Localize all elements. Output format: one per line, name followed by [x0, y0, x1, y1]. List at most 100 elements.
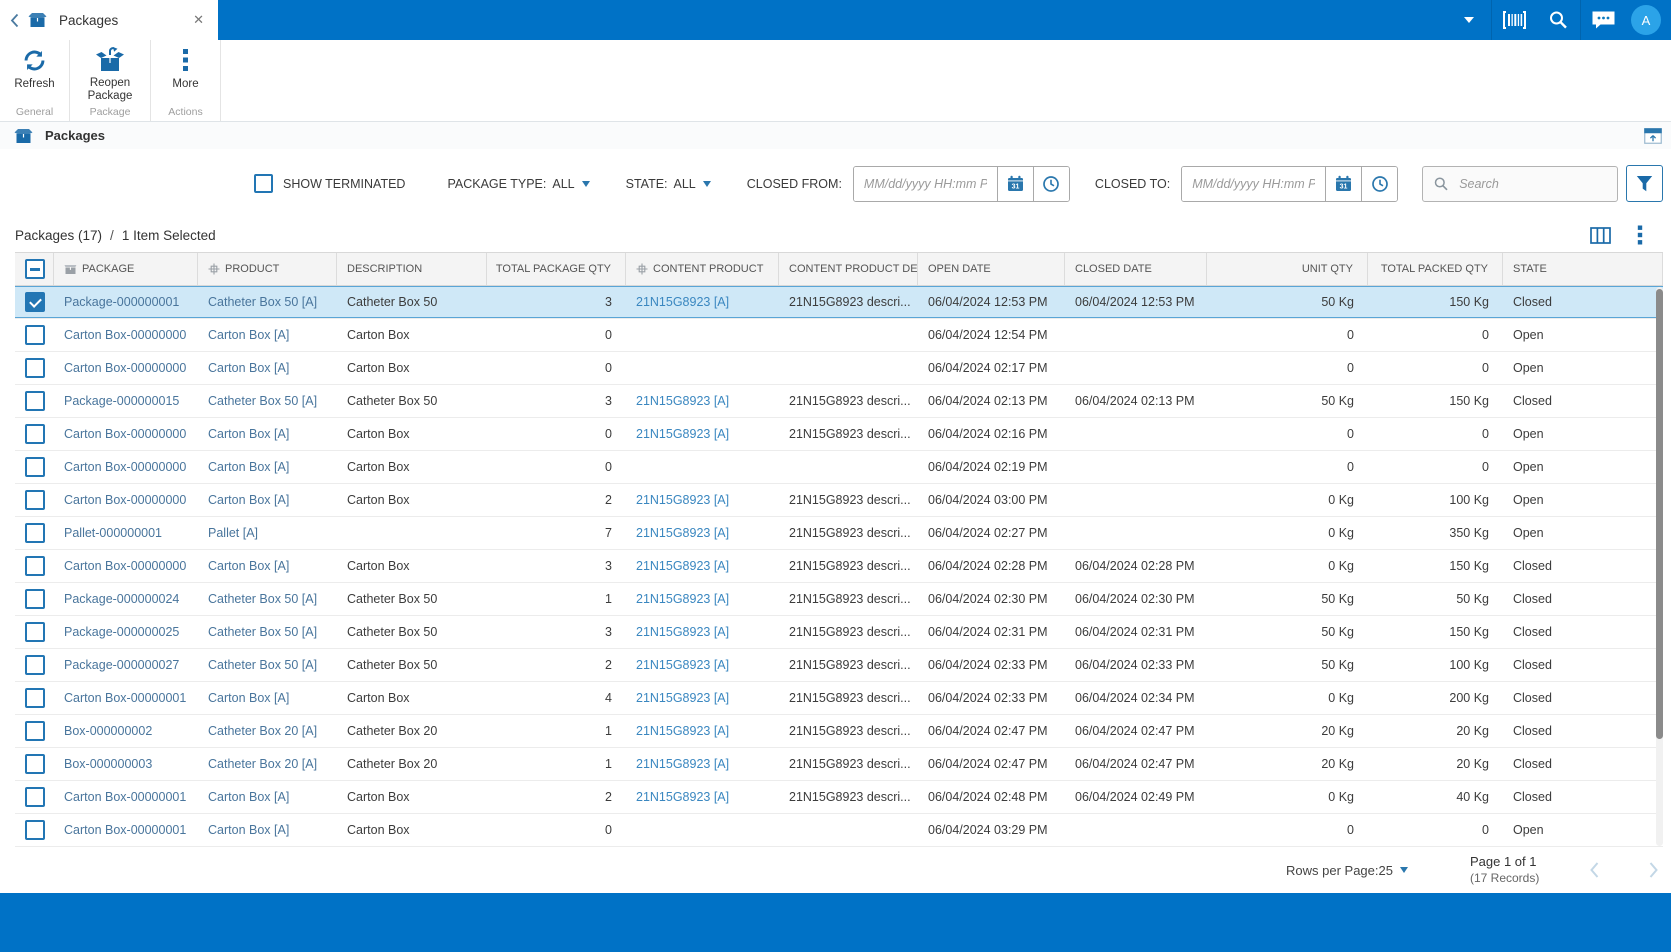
content_product-link[interactable]: 21N15G8923 [A]: [636, 625, 729, 639]
row-checkbox[interactable]: [25, 622, 45, 642]
reopen-package-button[interactable]: Reopen Package: [78, 47, 142, 103]
content_product-link[interactable]: 21N15G8923 [A]: [636, 790, 729, 804]
table-row[interactable]: Carton Box-00000000 Carton Box [A] Carton …: [15, 484, 1663, 517]
rows-per-page-dropdown[interactable]: Rows per Page: 25: [1286, 863, 1408, 878]
product-link[interactable]: Pallet [A]: [208, 526, 258, 540]
next-page-button[interactable]: [1646, 859, 1661, 881]
column-header-description[interactable]: DESCRIPTION: [337, 253, 487, 285]
product-link[interactable]: Catheter Box 50 [A]: [208, 394, 317, 408]
table-row[interactable]: Package-000000015 Catheter Box 50 [A] Cath…: [15, 385, 1663, 418]
closed-from-calendar-button[interactable]: 31: [996, 166, 1033, 201]
column-header-unit_qty[interactable]: UNIT QTY: [1207, 253, 1368, 285]
package-link[interactable]: Carton Box-00000000: [64, 460, 186, 474]
package-link[interactable]: Carton Box-00000001: [64, 823, 186, 837]
top-dropdown-button[interactable]: [1447, 0, 1491, 40]
row-checkbox[interactable]: [25, 391, 45, 411]
product-link[interactable]: Catheter Box 50 [A]: [208, 295, 317, 309]
table-row[interactable]: Carton Box-00000000 Carton Box [A] Carton …: [15, 550, 1663, 583]
close-icon[interactable]: ✕: [189, 10, 208, 30]
column-header-total_packed_qty[interactable]: TOTAL PACKED QTY: [1368, 253, 1503, 285]
product-link[interactable]: Carton Box [A]: [208, 493, 289, 507]
package-link[interactable]: Package-000000015: [64, 394, 179, 408]
package-link[interactable]: Carton Box-00000000: [64, 559, 186, 573]
content_product-link[interactable]: 21N15G8923 [A]: [636, 658, 729, 672]
table-row[interactable]: Package-000000027 Catheter Box 50 [A] Cath…: [15, 649, 1663, 682]
vertical-scrollbar[interactable]: [1656, 287, 1663, 846]
row-checkbox[interactable]: [25, 457, 45, 477]
closed-from-time-button[interactable]: [1032, 166, 1069, 201]
package-link[interactable]: Carton Box-00000001: [64, 790, 186, 804]
column-header-content_product_desc[interactable]: CONTENT PRODUCT DE...: [779, 253, 918, 285]
global-search-button[interactable]: [1536, 0, 1580, 40]
more-button[interactable]: More: [172, 47, 199, 91]
package-link[interactable]: Carton Box-00000000: [64, 361, 186, 375]
package-link[interactable]: Pallet-000000001: [64, 526, 162, 540]
row-checkbox[interactable]: [25, 721, 45, 741]
product-link[interactable]: Carton Box [A]: [208, 427, 289, 441]
account-avatar[interactable]: A: [1631, 5, 1661, 35]
table-row[interactable]: Carton Box-00000000 Carton Box [A] Carton …: [15, 352, 1663, 385]
package-link[interactable]: Box-000000003: [64, 757, 152, 771]
table-row[interactable]: Carton Box-00000000 Carton Box [A] Carton …: [15, 418, 1663, 451]
column-header-state[interactable]: STATE: [1503, 253, 1663, 285]
search-input[interactable]: [1457, 175, 1598, 192]
product-link[interactable]: Carton Box [A]: [208, 790, 289, 804]
grid-menu-button[interactable]: [1637, 225, 1643, 245]
row-checkbox[interactable]: [25, 424, 45, 444]
content_product-link[interactable]: 21N15G8923 [A]: [636, 724, 729, 738]
previous-page-button[interactable]: [1587, 859, 1602, 881]
package-link[interactable]: Carton Box-00000000: [64, 427, 186, 441]
product-link[interactable]: Carton Box [A]: [208, 691, 289, 705]
product-link[interactable]: Carton Box [A]: [208, 823, 289, 837]
expand-view-button[interactable]: [1644, 127, 1662, 144]
table-row[interactable]: Carton Box-00000000 Carton Box [A] Carton …: [15, 319, 1663, 352]
show-terminated-checkbox[interactable]: [254, 174, 273, 193]
table-row[interactable]: Carton Box-00000001 Carton Box [A] Carton …: [15, 814, 1663, 847]
product-link[interactable]: Carton Box [A]: [208, 460, 289, 474]
package-link[interactable]: Package-000000024: [64, 592, 179, 606]
row-checkbox[interactable]: [25, 325, 45, 345]
package-link[interactable]: Carton Box-00000000: [64, 493, 186, 507]
row-checkbox[interactable]: [25, 655, 45, 675]
table-row[interactable]: Carton Box-00000001 Carton Box [A] Carton …: [15, 781, 1663, 814]
package-link[interactable]: Box-000000002: [64, 724, 152, 738]
messages-button[interactable]: [1581, 0, 1625, 40]
product-link[interactable]: Carton Box [A]: [208, 361, 289, 375]
package-type-dropdown[interactable]: PACKAGE TYPE: ALL: [447, 177, 590, 191]
package-link[interactable]: Package-000000025: [64, 625, 179, 639]
closed-to-time-button[interactable]: [1361, 166, 1398, 201]
table-row[interactable]: Package-000000025 Catheter Box 50 [A] Cath…: [15, 616, 1663, 649]
column-chooser-button[interactable]: [1590, 226, 1611, 244]
product-link[interactable]: Catheter Box 20 [A]: [208, 757, 317, 771]
product-link[interactable]: Catheter Box 50 [A]: [208, 592, 317, 606]
content_product-link[interactable]: 21N15G8923 [A]: [636, 526, 729, 540]
content_product-link[interactable]: 21N15G8923 [A]: [636, 592, 729, 606]
product-link[interactable]: Carton Box [A]: [208, 328, 289, 342]
content_product-link[interactable]: 21N15G8923 [A]: [636, 757, 729, 771]
row-checkbox[interactable]: [25, 556, 45, 576]
product-link[interactable]: Carton Box [A]: [208, 559, 289, 573]
table-row[interactable]: Package-000000024 Catheter Box 50 [A] Cath…: [15, 583, 1663, 616]
closed-to-calendar-button[interactable]: 31: [1325, 166, 1362, 201]
closed-to-input[interactable]: [1182, 166, 1326, 201]
product-link[interactable]: Catheter Box 50 [A]: [208, 625, 317, 639]
content_product-link[interactable]: 21N15G8923 [A]: [636, 427, 729, 441]
refresh-button[interactable]: Refresh: [14, 47, 55, 91]
column-header-content_product[interactable]: CONTENT PRODUCT: [626, 253, 779, 285]
closed-from-input[interactable]: [853, 166, 997, 201]
content_product-link[interactable]: 21N15G8923 [A]: [636, 691, 729, 705]
content_product-link[interactable]: 21N15G8923 [A]: [636, 493, 729, 507]
content_product-link[interactable]: 21N15G8923 [A]: [636, 295, 729, 309]
row-checkbox[interactable]: [25, 292, 45, 312]
package-link[interactable]: Carton Box-00000000: [64, 328, 186, 342]
column-header-open_date[interactable]: OPEN DATE: [918, 253, 1065, 285]
table-row[interactable]: Box-000000002 Catheter Box 20 [A] Catheter…: [15, 715, 1663, 748]
row-checkbox[interactable]: [25, 820, 45, 840]
row-checkbox[interactable]: [25, 754, 45, 774]
product-link[interactable]: Catheter Box 20 [A]: [208, 724, 317, 738]
select-all-checkbox[interactable]: [25, 259, 45, 279]
row-checkbox[interactable]: [25, 490, 45, 510]
column-header-product[interactable]: PRODUCT: [198, 253, 337, 285]
row-checkbox[interactable]: [25, 358, 45, 378]
column-header-package[interactable]: PACKAGE: [54, 253, 198, 285]
